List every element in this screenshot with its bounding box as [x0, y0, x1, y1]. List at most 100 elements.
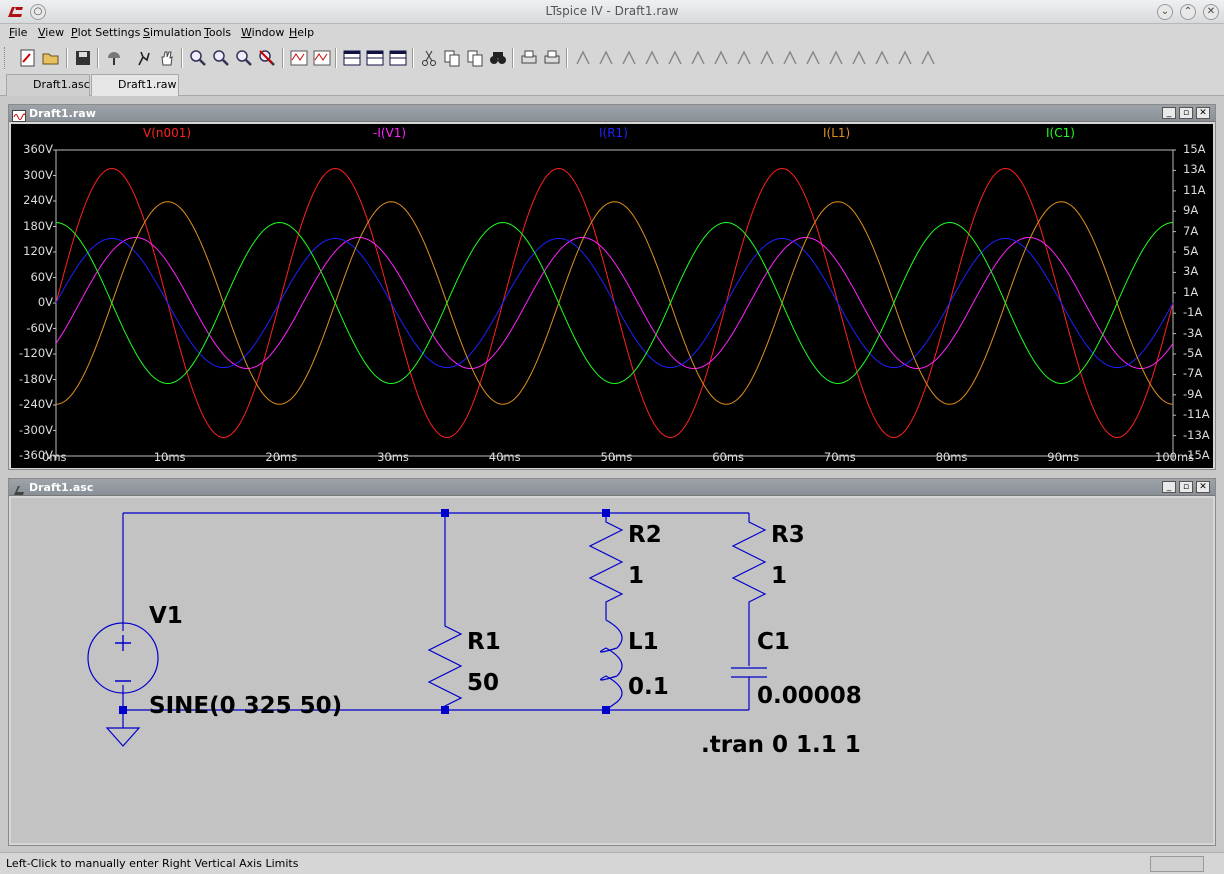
y-left-tick-label[interactable]: 300V [11, 168, 53, 182]
trace-label-il1[interactable]: I(L1) [823, 126, 850, 140]
zoom-in-icon[interactable] [188, 48, 208, 68]
wire-icon[interactable] [573, 48, 593, 68]
paste-icon[interactable] [465, 48, 485, 68]
menu-window[interactable]: Window [241, 26, 284, 39]
v1-ref-label[interactable]: V1 [149, 603, 183, 629]
y-right-tick-label[interactable]: 11A [1183, 183, 1206, 197]
x-tick-label[interactable]: 50ms [601, 450, 633, 464]
ground-icon[interactable] [596, 48, 616, 68]
redo-icon[interactable] [826, 48, 846, 68]
menu-help[interactable]: Help [289, 26, 314, 39]
x-tick-label[interactable]: 40ms [489, 450, 521, 464]
text-icon[interactable] [895, 48, 915, 68]
component-icon[interactable] [734, 48, 754, 68]
y-left-tick-label[interactable]: -180V [11, 372, 53, 386]
pan-hand-icon[interactable] [157, 48, 177, 68]
x-tick-label[interactable]: 30ms [377, 450, 409, 464]
y-left-tick-label[interactable]: 360V [11, 142, 53, 156]
child-minimize-button[interactable]: _ [1162, 107, 1176, 119]
print-setup-icon[interactable] [519, 48, 539, 68]
r2-value-label[interactable]: 1 [628, 563, 644, 589]
zoom-fit-icon[interactable] [234, 48, 254, 68]
y-left-tick-label[interactable]: -120V [11, 346, 53, 360]
r2-ref-label[interactable]: R2 [628, 522, 662, 548]
y-right-tick-label[interactable]: 1A [1183, 285, 1198, 299]
child-close-button[interactable]: ✕ [1196, 481, 1210, 493]
x-tick-label[interactable]: 90ms [1047, 450, 1079, 464]
schematic-canvas[interactable] [11, 498, 1213, 843]
save-icon[interactable] [73, 48, 93, 68]
drag-icon[interactable] [780, 48, 800, 68]
x-tick-label[interactable]: 20ms [265, 450, 297, 464]
child-close-button[interactable]: ✕ [1196, 107, 1210, 119]
child-restore-button[interactable]: ▫ [1179, 107, 1193, 119]
menu-file[interactable]: File [9, 26, 27, 39]
y-right-tick-label[interactable]: 13A [1183, 162, 1206, 176]
window-menu-button[interactable]: ○ [30, 4, 46, 20]
spice-directive[interactable]: .tran 0 1.1 1 [701, 732, 861, 758]
y-left-tick-label[interactable]: 0V [11, 295, 53, 309]
y-right-tick-label[interactable]: 3A [1183, 264, 1198, 278]
rotate-icon[interactable] [849, 48, 869, 68]
v1-value-label[interactable]: SINE(0 325 50) [149, 693, 342, 719]
y-right-tick-label[interactable]: -13A [1183, 428, 1210, 442]
cascade-icon[interactable] [365, 48, 385, 68]
x-tick-label[interactable]: 70ms [824, 450, 856, 464]
inductor-l1[interactable] [599, 619, 623, 711]
y-right-tick-label[interactable]: 5A [1183, 244, 1198, 258]
y-left-tick-label[interactable]: 60V [11, 270, 53, 284]
trace-label-iv1[interactable]: -I(V1) [373, 126, 406, 140]
find-icon[interactable] [488, 48, 508, 68]
capacitor-icon[interactable] [665, 48, 685, 68]
tab-draft1-raw[interactable]: Draft1.raw [91, 74, 179, 96]
zoom-out-icon[interactable] [211, 48, 231, 68]
resistor-icon[interactable] [642, 48, 662, 68]
tab-draft1-asc[interactable]: Draft1.asc [6, 74, 90, 96]
diode-icon[interactable] [711, 48, 731, 68]
y-left-tick-label[interactable]: -60V [11, 321, 53, 335]
l1-ref-label[interactable]: L1 [628, 629, 659, 655]
open-icon[interactable] [41, 48, 61, 68]
tile-vertical-icon[interactable] [388, 48, 408, 68]
child-minimize-button[interactable]: _ [1162, 481, 1176, 493]
run-icon[interactable] [134, 48, 154, 68]
close-button[interactable]: ✕ [1203, 4, 1219, 20]
x-tick-label[interactable]: 0ms [42, 450, 67, 464]
y-right-tick-label[interactable]: -3A [1183, 326, 1202, 340]
control-panel-icon[interactable] [104, 48, 124, 68]
c1-ref-label[interactable]: C1 [757, 629, 790, 655]
trace-label-vn001[interactable]: V(n001) [143, 126, 191, 140]
waveform-plot[interactable]: V(n001) -I(V1) I(R1) I(L1) I(C1) 360V 300… [11, 124, 1213, 468]
y-left-tick-label[interactable]: -240V [11, 397, 53, 411]
y-right-tick-label[interactable]: -1A [1183, 305, 1202, 319]
undo-icon[interactable] [803, 48, 823, 68]
y-right-tick-label[interactable]: 15A [1183, 142, 1206, 156]
y-right-tick-label[interactable]: -9A [1183, 387, 1202, 401]
inductor-icon[interactable] [688, 48, 708, 68]
move-icon[interactable] [757, 48, 777, 68]
voltage-source-v1[interactable] [87, 622, 159, 694]
x-tick-label[interactable]: 10ms [154, 450, 186, 464]
y-right-tick-label[interactable]: -7A [1183, 366, 1202, 380]
schematic-window-titlebar[interactable]: Draft1.asc _ ▫ ✕ [9, 479, 1215, 496]
menu-plot-settings[interactable]: Plot Settings [71, 26, 140, 39]
y-left-tick-label[interactable]: 240V [11, 193, 53, 207]
y-right-tick-label[interactable]: 7A [1183, 224, 1198, 238]
r1-ref-label[interactable]: R1 [467, 629, 501, 655]
tile-horizontal-icon[interactable] [342, 48, 362, 68]
y-left-tick-label[interactable]: -300V [11, 423, 53, 437]
spice-directive-icon[interactable] [918, 48, 938, 68]
maximize-button[interactable]: ⌃ [1180, 4, 1196, 20]
autorange-icon[interactable] [289, 48, 309, 68]
toolbar-grip[interactable] [4, 47, 7, 69]
child-restore-button[interactable]: ▫ [1179, 481, 1193, 493]
y-left-tick-label[interactable]: 180V [11, 219, 53, 233]
c1-value-label[interactable]: 0.00008 [757, 683, 862, 709]
menu-view[interactable]: View [38, 26, 64, 39]
r1-value-label[interactable]: 50 [467, 670, 499, 696]
mirror-icon[interactable] [872, 48, 892, 68]
y-right-tick-label[interactable]: 9A [1183, 203, 1198, 217]
menu-simulation[interactable]: Simulation [143, 26, 202, 39]
x-tick-label[interactable]: 60ms [712, 450, 744, 464]
y-right-tick-label[interactable]: -11A [1183, 407, 1210, 421]
